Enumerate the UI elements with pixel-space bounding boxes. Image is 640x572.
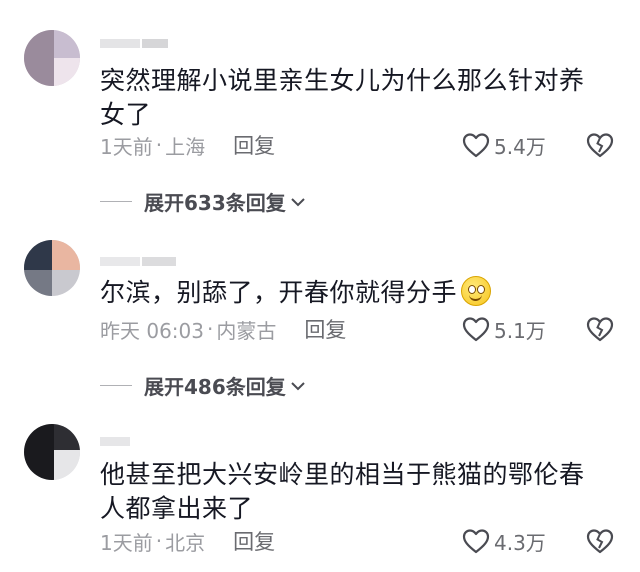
meta-separator: · — [155, 133, 163, 157]
heart-outline-icon — [462, 529, 490, 554]
meta-separator: · — [155, 529, 163, 553]
comment-meta: 1天前 · 北京 回复 — [100, 526, 275, 556]
avatar[interactable] — [24, 240, 80, 296]
comment-text: 突然理解小说里亲生女儿为什么那么针对养女了 — [100, 66, 585, 129]
comment-location: 北京 — [165, 530, 206, 555]
broken-heart-icon[interactable] — [585, 130, 615, 160]
chevron-down-icon — [290, 189, 306, 213]
heart-outline-icon — [462, 133, 490, 158]
comment-text-content: 尔滨，别舔了，开春你就得分手 — [100, 278, 458, 307]
divider-line — [100, 384, 132, 386]
like-count: 4.3万 — [494, 530, 546, 555]
reply-button[interactable]: 回复 — [233, 130, 275, 160]
reply-button[interactable]: 回复 — [304, 314, 346, 344]
expand-replies-button[interactable]: 展开633条回复 — [100, 186, 306, 216]
comment-time: 1天前 — [100, 530, 153, 555]
comment-text: 他甚至把大兴安岭里的相当于熊猫的鄂伦春人都拿出来了 — [100, 460, 585, 523]
comment-meta: 1天前 · 上海 回复 — [100, 130, 275, 160]
comment-time: 1天前 — [100, 134, 153, 159]
expand-label: 展开633条回复 — [144, 190, 286, 215]
comment-location: 上海 — [165, 134, 206, 159]
like-count: 5.1万 — [494, 318, 546, 343]
like-count: 5.4万 — [494, 134, 546, 159]
comment-text: 尔滨，别舔了，开春你就得分手 — [100, 276, 600, 310]
username[interactable] — [100, 34, 190, 48]
avatar[interactable] — [24, 424, 80, 480]
divider-line — [100, 200, 132, 202]
chevron-down-icon — [290, 373, 306, 397]
broken-heart-icon[interactable] — [585, 314, 615, 344]
expand-replies-button[interactable]: 展开486条回复 — [100, 370, 306, 400]
smiling-face-emoji — [461, 276, 492, 306]
heart-outline-icon — [462, 317, 490, 342]
comment-meta: 昨天 06:03 · 内蒙古 回复 — [100, 314, 346, 344]
like-button[interactable]: 5.4万 — [462, 130, 546, 160]
like-button[interactable]: 5.1万 — [462, 314, 546, 344]
reply-button[interactable]: 回复 — [233, 526, 275, 556]
meta-separator: · — [207, 317, 214, 341]
like-button[interactable]: 4.3万 — [462, 526, 546, 556]
expand-label: 展开486条回复 — [144, 374, 286, 399]
comment-time: 昨天 06:03 — [100, 318, 204, 343]
comment-location: 内蒙古 — [216, 318, 277, 343]
username[interactable] — [100, 432, 190, 446]
broken-heart-icon[interactable] — [585, 526, 615, 556]
username[interactable] — [100, 252, 190, 266]
avatar[interactable] — [24, 30, 80, 86]
